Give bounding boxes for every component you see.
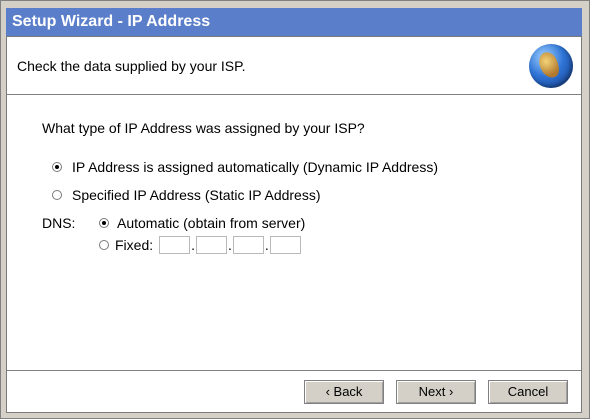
radio-dynamic-ip[interactable] xyxy=(52,162,62,172)
option-static-ip-label: Specified IP Address (Static IP Address) xyxy=(72,187,321,203)
setup-wizard-dialog: Setup Wizard - IP Address Check the data… xyxy=(0,0,590,419)
wizard-header: Check the data supplied by your ISP. xyxy=(7,37,581,95)
dns-separator-2: . xyxy=(228,237,232,253)
option-dynamic-ip[interactable]: IP Address is assigned automatically (Dy… xyxy=(52,159,438,175)
radio-static-ip[interactable] xyxy=(52,190,62,200)
dns-separator-3: . xyxy=(264,237,269,253)
dns-octet-1[interactable] xyxy=(159,236,191,254)
window-title: Setup Wizard - IP Address xyxy=(6,8,582,36)
option-dynamic-ip-label: IP Address is assigned automatically (Dy… xyxy=(72,159,438,175)
dns-ip-fields: . . . xyxy=(159,236,301,254)
dns-octet-2[interactable] xyxy=(196,236,228,254)
wizard-panel: Check the data supplied by your ISP. Wha… xyxy=(6,36,582,413)
radio-dns-fixed[interactable] xyxy=(99,240,109,250)
back-button[interactable]: ‹ Back xyxy=(304,380,384,404)
dns-separator-1: . xyxy=(191,237,196,253)
header-instruction: Check the data supplied by your ISP. xyxy=(17,58,246,74)
option-static-ip[interactable]: Specified IP Address (Static IP Address) xyxy=(52,187,321,203)
globe-icon xyxy=(529,44,573,88)
cancel-button[interactable]: Cancel xyxy=(488,380,568,404)
dns-automatic-label: Automatic (obtain from server) xyxy=(117,215,306,231)
dns-label: DNS: xyxy=(42,215,76,231)
dns-octet-4[interactable] xyxy=(269,236,301,254)
dns-octet-3[interactable] xyxy=(232,236,264,254)
dns-automatic-option[interactable]: Automatic (obtain from server) xyxy=(99,215,305,231)
footer-divider xyxy=(7,370,581,371)
radio-dns-automatic[interactable] xyxy=(99,218,109,228)
dns-fixed-option[interactable]: Fixed: . . . xyxy=(99,236,301,254)
question-text: What type of IP Address was assigned by … xyxy=(42,120,365,136)
next-button[interactable]: Next › xyxy=(396,380,476,404)
dns-fixed-label: Fixed: xyxy=(115,237,154,253)
